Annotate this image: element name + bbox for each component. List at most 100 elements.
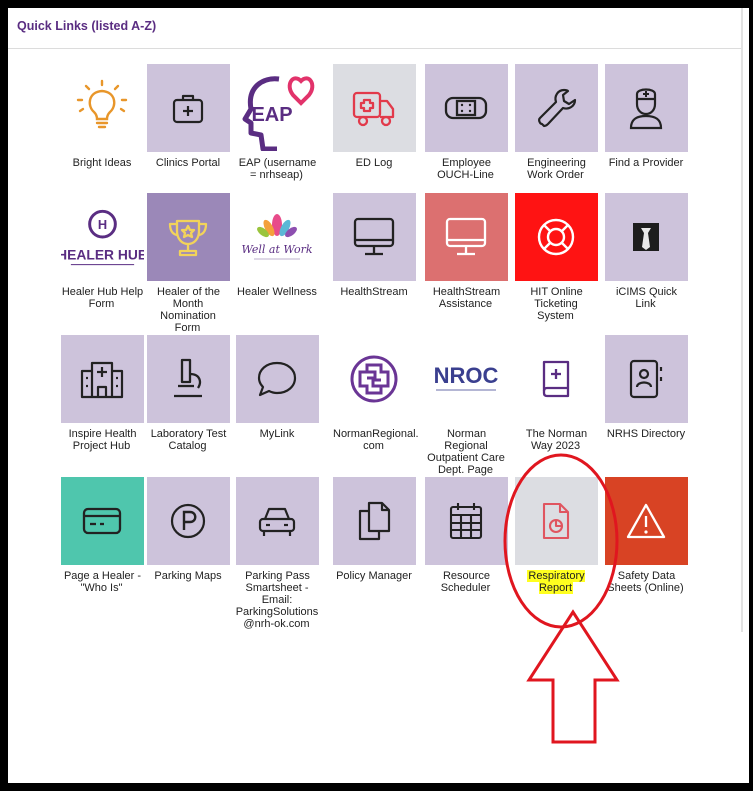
tile-icon-box — [604, 477, 688, 565]
tile-label: Find a Provider — [608, 157, 684, 169]
tile-laboratory-test-catalog[interactable]: Laboratory Test Catalog — [145, 335, 231, 452]
tile-icims-quick-link[interactable]: iCIMS Quick Link — [603, 193, 689, 310]
calendar-icon — [449, 503, 483, 540]
tile-icon-box — [146, 193, 230, 281]
tile-icon-box: Well at Work — [235, 193, 319, 281]
copy-icon — [358, 501, 391, 541]
ambulance-icon — [352, 91, 395, 127]
tile-label: Employee OUCH-Line — [437, 157, 494, 181]
lotus-logo: Well at Work — [241, 214, 313, 260]
tile-icon-box: H HEALER HUB — [60, 193, 144, 281]
tile-label: Clinics Portal — [155, 157, 221, 169]
monitor-icon — [445, 217, 487, 256]
tile-label: Inspire Health Project Hub — [68, 428, 137, 452]
hospital-icon — [80, 361, 124, 399]
tile-label: Resource Scheduler — [440, 570, 491, 594]
tile-icon-box — [332, 335, 416, 423]
icims-logo — [633, 223, 659, 251]
doctor-icon — [629, 88, 663, 130]
tile-icon-box: NROC — [424, 335, 508, 423]
tile-norman-regional-outpatient[interactable]: NROC Norman Regional Outpatient Care Dep… — [423, 335, 509, 476]
tile-icon-box — [146, 335, 230, 423]
tile-icon-box — [424, 64, 508, 152]
tile-healthstream-assistance[interactable]: HealthStream Assistance — [423, 193, 509, 310]
car-icon — [258, 507, 296, 536]
tile-clinics-portal[interactable]: Clinics Portal — [145, 64, 231, 169]
tile-icon-box — [514, 64, 598, 152]
svg-text:HEALER HUB: HEALER HUB — [61, 247, 144, 263]
tile-hit-online-ticketing[interactable]: HIT Online Ticketing System — [513, 193, 599, 322]
panel-divider — [741, 8, 743, 632]
tile-resource-scheduler[interactable]: Resource Scheduler — [423, 477, 509, 594]
tile-icon-box — [235, 477, 319, 565]
tile-icon-box — [424, 193, 508, 281]
tile-parking-maps[interactable]: Parking Maps — [145, 477, 231, 582]
tile-healer-hub-help-form[interactable]: H HEALER HUB Healer Hub Help Form — [59, 193, 145, 310]
tile-label: Safety Data Sheets (Online) — [607, 570, 684, 594]
svg-text:H: H — [97, 217, 106, 232]
tile-label: HealthStream — [340, 286, 408, 298]
tile-label: Healer Hub Help Form — [61, 286, 144, 310]
tile-page-a-healer[interactable]: Page a Healer - "Who Is" — [59, 477, 145, 594]
svg-text:NROC: NROC — [434, 363, 499, 388]
tile-icon-box — [514, 477, 598, 565]
svg-text:EAP: EAP — [251, 104, 292, 126]
tile-parking-pass-smartsheet[interactable]: Parking Pass Smartsheet - Email: Parking… — [234, 477, 320, 630]
tile-label: The Norman Way 2023 — [525, 428, 588, 452]
tile-normanregional-com[interactable]: NormanRegional. com — [331, 335, 419, 452]
tile-healthstream[interactable]: HealthStream — [331, 193, 417, 298]
tile-icon-box — [332, 193, 416, 281]
tile-label: Healer Wellness — [237, 286, 317, 298]
bandage-icon — [444, 96, 488, 120]
tile-icon-box — [332, 477, 416, 565]
microscope-icon — [174, 358, 202, 398]
tile-engineering-work-order[interactable]: Engineering Work Order — [513, 64, 599, 181]
tile-label: Engineering Work Order — [527, 157, 586, 181]
tile-label: Bright Ideas — [72, 157, 132, 169]
tile-label: iCIMS Quick Link — [615, 286, 678, 310]
lightbulb-icon — [76, 79, 128, 129]
tile-the-norman-way[interactable]: The Norman Way 2023 — [513, 335, 599, 452]
tile-healer-of-the-month[interactable]: Healer of the Month Nomination Form — [145, 193, 231, 334]
tile-find-a-provider[interactable]: Find a Provider — [603, 64, 689, 169]
tile-policy-manager[interactable]: Policy Manager — [331, 477, 417, 582]
panel-header: Quick Links (listed A-Z) — [8, 8, 741, 49]
tile-icon-box — [514, 335, 598, 423]
tile-nrhs-directory[interactable]: NRHS Directory — [603, 335, 689, 440]
tile-label: Policy Manager — [336, 570, 412, 582]
tile-label: NormanRegional. com — [333, 428, 419, 452]
tile-label: HealthStream Assistance — [432, 286, 501, 310]
tile-inspire-health[interactable]: Inspire Health Project Hub — [59, 335, 145, 452]
tile-icon-box — [332, 64, 416, 152]
tile-label: EAP (username = nrhseap) — [238, 157, 317, 181]
tile-icon-box — [146, 64, 230, 152]
tile-respiratory-report[interactable]: Respiratory Report — [513, 477, 599, 594]
tile-icon-box: EAP — [235, 64, 319, 152]
healer-hub-logo: H HEALER HUB — [61, 209, 144, 266]
tile-icon-box — [604, 335, 688, 423]
contact-book-icon — [629, 359, 663, 399]
tile-eap[interactable]: EAP EAP (username = nrhseap) — [234, 64, 320, 181]
tile-icon-box — [60, 477, 144, 565]
nroc-logo: NROC — [434, 363, 499, 391]
norman-regional-logo — [350, 355, 398, 403]
tile-icon-box — [235, 335, 319, 423]
tile-safety-data-sheets[interactable]: Safety Data Sheets (Online) — [603, 477, 689, 594]
tile-icon-box — [60, 64, 144, 152]
monitor-icon — [353, 217, 395, 256]
eap-logo: EAP — [242, 76, 315, 151]
tile-label: Healer of the Month Nomination Form — [157, 286, 220, 334]
tile-mylink[interactable]: MyLink — [234, 335, 320, 440]
tile-label: Page a Healer - "Who Is" — [63, 570, 142, 594]
quick-links-panel: Quick Links (listed A-Z) Bright Ideas Cl… — [8, 8, 749, 783]
card-icon — [82, 507, 122, 535]
tile-bright-ideas[interactable]: Bright Ideas — [59, 64, 145, 169]
tile-icon-box — [146, 477, 230, 565]
first-aid-kit-icon — [172, 94, 204, 124]
tile-icon-box — [604, 193, 688, 281]
tile-healer-wellness[interactable]: Well at Work Healer Wellness — [234, 193, 320, 298]
tile-ed-log[interactable]: ED Log — [331, 64, 417, 169]
tile-label: Laboratory Test Catalog — [150, 428, 227, 452]
tile-employee-ouch-line[interactable]: Employee OUCH-Line — [423, 64, 509, 181]
warning-icon — [626, 503, 666, 539]
